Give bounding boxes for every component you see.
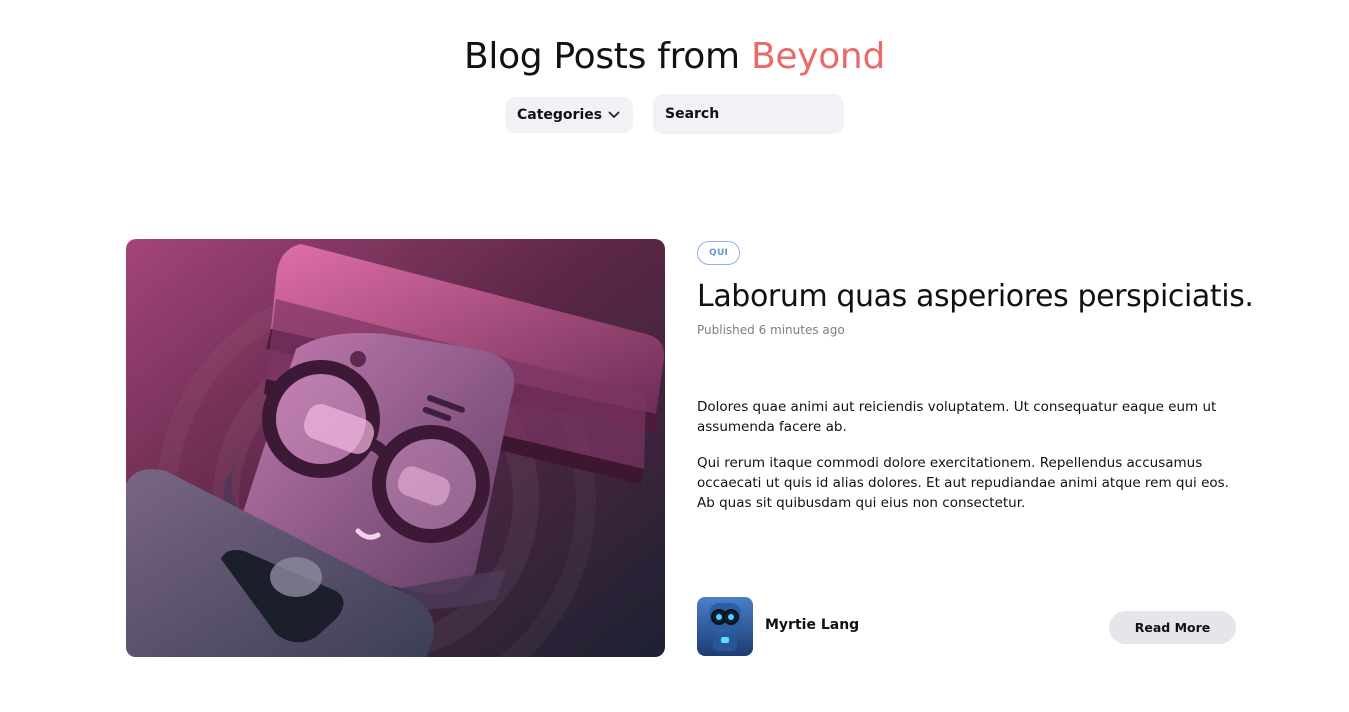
read-more-button[interactable]: Read More <box>1109 611 1236 644</box>
robot-avatar <box>697 597 753 656</box>
avatar[interactable] <box>697 597 753 656</box>
category-tag[interactable]: QUI <box>697 241 741 265</box>
search-input[interactable] <box>665 106 832 122</box>
page-title-accent: Beyond <box>750 36 885 77</box>
post-title[interactable]: Laborum quas asperiores perspiciatis. <box>697 279 1254 314</box>
categories-dropdown[interactable]: Categories <box>505 97 633 133</box>
filter-controls: Categories <box>0 94 1349 134</box>
page-title-main: Blog Posts from <box>463 36 751 77</box>
author-name[interactable]: Myrtie Lang <box>765 617 859 633</box>
published-time: Published 6 minutes ago <box>697 323 845 337</box>
robot-glasses-illustration <box>126 239 665 657</box>
page-title: Blog Posts from Beyond <box>0 36 1349 77</box>
search-box <box>653 94 844 134</box>
post-excerpt-paragraph: Qui rerum itaque commodi dolore exercita… <box>697 455 1229 511</box>
chevron-down-icon <box>607 108 621 122</box>
post-excerpt-paragraph: Dolores quae animi aut reiciendis volupt… <box>697 399 1217 435</box>
categories-label: Categories <box>517 107 603 123</box>
post-image[interactable] <box>126 239 665 657</box>
